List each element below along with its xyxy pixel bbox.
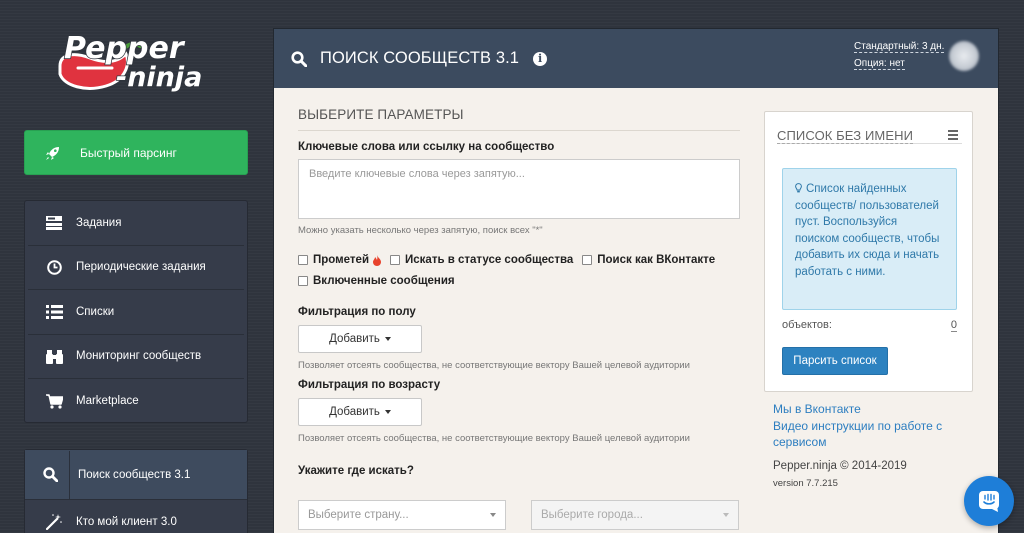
sidebar-item-marketplace[interactable]: Marketplace xyxy=(28,379,244,424)
age-filter-label: Фильтрация по возрасту xyxy=(298,379,441,391)
divider xyxy=(69,450,70,499)
svg-text:Pepper: Pepper xyxy=(64,31,186,66)
checkbox-messages-enabled[interactable]: Включенные сообщения xyxy=(298,275,455,287)
search-options: Прометей Искать в статусе сообщества Пои… xyxy=(298,254,740,287)
country-placeholder: Выберите страну... xyxy=(308,509,409,521)
list-widget: СПИСОК БЕЗ ИМЕНИ Список найденных сообще… xyxy=(764,111,973,392)
sidebar-item-label: Кто мой клиент 3.0 xyxy=(76,516,177,529)
gender-add-button[interactable]: Добавить xyxy=(298,325,422,353)
sidebar-item-community-search[interactable]: Поиск сообществ 3.1 xyxy=(25,450,247,500)
main-panel: ПОИСК СООБЩЕСТВ 3.1 i Стандартный: 3 дн.… xyxy=(273,28,999,533)
search-icon xyxy=(291,50,308,67)
page-title: ПОИСК СООБЩЕСТВ 3.1 xyxy=(320,49,520,67)
fire-icon xyxy=(373,254,382,266)
search-form: ВЫБЕРИТЕ ПАРАМЕТРЫ Ключевые слова или сс… xyxy=(298,107,740,477)
sidebar-item-tasks[interactable]: Задания xyxy=(28,201,244,246)
panel-header: ПОИСК СООБЩЕСТВ 3.1 i Стандартный: 3 дн.… xyxy=(274,29,998,88)
caret-down-icon xyxy=(384,337,391,341)
info-icon[interactable]: i xyxy=(533,51,548,66)
quick-parse-label: Быстрый парсинг xyxy=(80,145,177,160)
button-label: Добавить xyxy=(329,333,380,345)
keywords-label: Ключевые слова или ссылку на сообщество xyxy=(298,141,555,153)
checkbox-box[interactable] xyxy=(298,255,308,265)
checkbox-status-search[interactable]: Искать в статусе сообщества xyxy=(390,254,573,266)
sidebar-tools-menu: Поиск сообществ 3.1 Кто мой клиент 3.0 xyxy=(24,449,248,533)
checkbox-box[interactable] xyxy=(582,255,593,265)
magic-wand-icon xyxy=(28,514,76,531)
sidebar-item-lists[interactable]: Списки xyxy=(28,290,244,335)
tasks-icon xyxy=(28,215,76,230)
gender-hint: Позволяет отсеять сообщества, не соответ… xyxy=(298,360,690,371)
lightbulb-icon xyxy=(795,182,802,193)
city-select[interactable]: Выберите города... xyxy=(531,500,739,530)
chat-button[interactable] xyxy=(964,476,1014,526)
sidebar-item-periodic-tasks[interactable]: Периодические задания xyxy=(28,246,244,290)
keywords-hint: Можно указать несколько через запятую, п… xyxy=(298,225,543,236)
sidebar-item-label: Поиск сообществ 3.1 xyxy=(78,468,191,481)
binoculars-icon xyxy=(28,349,76,364)
age-add-button[interactable]: Добавить xyxy=(298,398,422,426)
menu-icon[interactable] xyxy=(948,130,958,142)
search-icon xyxy=(25,467,69,482)
button-label: Добавить xyxy=(329,406,380,418)
clock-icon xyxy=(28,259,76,275)
checkbox-box[interactable] xyxy=(390,255,401,265)
checkbox-label: Поиск как ВКонтакте xyxy=(597,254,716,266)
plan-info: Стандартный: 3 дн. Опция: нет xyxy=(854,38,945,72)
gender-filter-label: Фильтрация по полу xyxy=(298,306,416,318)
quick-parse-button[interactable]: Быстрый парсинг xyxy=(24,130,248,175)
objects-count: объектов: 0 xyxy=(782,319,957,332)
sidebar-item-monitoring[interactable]: Мониторинг сообществ xyxy=(28,335,244,379)
sidebar-item-label: Задания xyxy=(76,216,122,229)
objects-count-value[interactable]: 0 xyxy=(950,319,957,332)
widget-header: СПИСОК БЕЗ ИМЕНИ xyxy=(777,128,962,144)
caret-down-icon xyxy=(384,410,391,414)
checkbox-label: Искать в статусе сообщества xyxy=(405,254,574,266)
objects-label: объектов: xyxy=(782,319,832,331)
checkbox-prometheus[interactable]: Прометей xyxy=(298,254,382,266)
parse-list-button[interactable]: Парсить список xyxy=(782,347,888,375)
checkbox-vk-search[interactable]: Поиск как ВКонтакте xyxy=(582,254,715,266)
plan-link[interactable]: Стандартный: 3 дн. xyxy=(854,41,945,53)
list-icon xyxy=(28,304,76,319)
chat-icon xyxy=(977,489,1001,513)
country-select[interactable]: Выберите страну... xyxy=(298,500,506,530)
video-instructions-link[interactable]: Видео инструкции по работе с сервисом xyxy=(773,418,953,451)
cart-icon xyxy=(28,394,76,409)
copyright: Pepper.ninja © 2014-2019 xyxy=(773,460,907,472)
version: version 7.7.215 xyxy=(773,478,838,489)
pepper-ninja-logo[interactable]: Pepper -ninja xyxy=(56,24,216,100)
age-hint: Позволяет отсеять сообщества, не соответ… xyxy=(298,433,690,444)
section-title: ВЫБЕРИТЕ ПАРАМЕТРЫ xyxy=(298,107,740,131)
checkbox-label: Включенные сообщения xyxy=(313,275,455,287)
keywords-input[interactable] xyxy=(298,159,740,219)
sidebar-item-label: Периодические задания xyxy=(76,261,206,274)
caret-down-icon xyxy=(723,513,729,517)
caret-down-icon xyxy=(490,513,496,517)
sidebar-item-label: Мониторинг сообществ xyxy=(76,350,202,363)
sidebar-item-label: Списки xyxy=(76,305,115,318)
sidebar-menu: Задания Периодические задания Списки Мон… xyxy=(24,200,248,423)
empty-list-alert: Список найденных сообществ/ пользователе… xyxy=(782,168,957,310)
checkbox-box[interactable] xyxy=(298,276,308,286)
alert-text: Список найденных сообществ/ пользователе… xyxy=(795,183,940,278)
where-label: Укажите где искать? xyxy=(298,465,414,477)
list-title[interactable]: СПИСОК БЕЗ ИМЕНИ xyxy=(777,128,914,144)
city-placeholder: Выберите города... xyxy=(541,509,643,521)
rocket-icon xyxy=(25,145,80,161)
footer-links: Мы в Вконтакте Видео инструкции по работ… xyxy=(773,401,953,451)
sidebar-item-label: Marketplace xyxy=(76,395,139,408)
vk-link[interactable]: Мы в Вконтакте xyxy=(773,401,953,418)
checkbox-label: Прометей xyxy=(313,254,370,266)
avatar[interactable] xyxy=(949,41,979,71)
sidebar-item-who-is-my-client[interactable]: Кто мой клиент 3.0 xyxy=(25,500,247,533)
svg-text:-ninja: -ninja xyxy=(116,62,202,93)
option-link[interactable]: Опция: нет xyxy=(854,58,905,70)
